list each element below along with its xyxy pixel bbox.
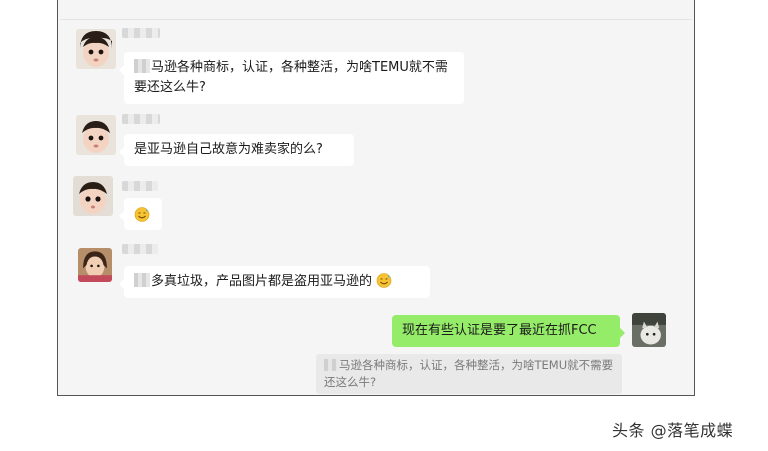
sender-name xyxy=(122,28,160,38)
child-avatar-icon xyxy=(76,115,116,155)
my-avatar[interactable] xyxy=(632,313,666,347)
sender-name xyxy=(122,244,158,254)
child-avatar-icon xyxy=(73,176,113,216)
message-text: 马逊各种商标，认证，各种整活，为啥TEMU就不需要还这么牛? xyxy=(134,60,448,95)
watermark: 头条 @落笔成蝶 xyxy=(612,421,734,440)
page-margin xyxy=(695,0,768,396)
my-message-bubble[interactable]: 现在有些认证是要了最近在抓FCC xyxy=(392,315,625,347)
sweat-smile-icon xyxy=(134,207,150,222)
redacted-text xyxy=(134,59,150,73)
quoted-message[interactable]: 马逊各种商标，认证，各种整活，为啥TEMU就不需要还这么牛? xyxy=(316,354,622,394)
redacted-text xyxy=(134,273,150,287)
message-text: 现在有些认证是要了最近在抓FCC xyxy=(402,323,597,338)
child-avatar-icon xyxy=(76,29,116,69)
avatar[interactable] xyxy=(76,115,116,155)
sweat-smile-icon xyxy=(376,273,392,288)
message-text: 多真垃圾，产品图片都是盗用亚马逊的 xyxy=(151,274,373,289)
message-bubble[interactable]: 多真垃圾，产品图片都是盗用亚马逊的 xyxy=(119,266,430,298)
avatar[interactable] xyxy=(78,248,112,282)
redacted-text xyxy=(324,359,338,371)
message-text: 是亚马逊自己故意为难卖家的么? xyxy=(134,142,323,157)
chat-window: 马逊各种商标，认证，各种整活，为啥TEMU就不需要还这么牛? 是亚马逊自己故意为… xyxy=(57,0,695,396)
sender-name xyxy=(122,181,158,191)
message-bubble[interactable] xyxy=(119,198,162,230)
girl-avatar-icon xyxy=(78,248,112,282)
message-bubble[interactable]: 是亚马逊自己故意为难卖家的么? xyxy=(119,134,354,166)
sender-name xyxy=(122,114,160,124)
divider xyxy=(60,19,692,20)
avatar[interactable] xyxy=(73,176,113,216)
quote-text: 马逊各种商标，认证，各种整活，为啥TEMU就不需要还这么牛? xyxy=(324,358,614,389)
message-bubble[interactable]: 马逊各种商标，认证，各种整活，为啥TEMU就不需要还这么牛? xyxy=(119,52,464,104)
cat-avatar-icon xyxy=(632,313,666,347)
avatar[interactable] xyxy=(76,29,116,69)
